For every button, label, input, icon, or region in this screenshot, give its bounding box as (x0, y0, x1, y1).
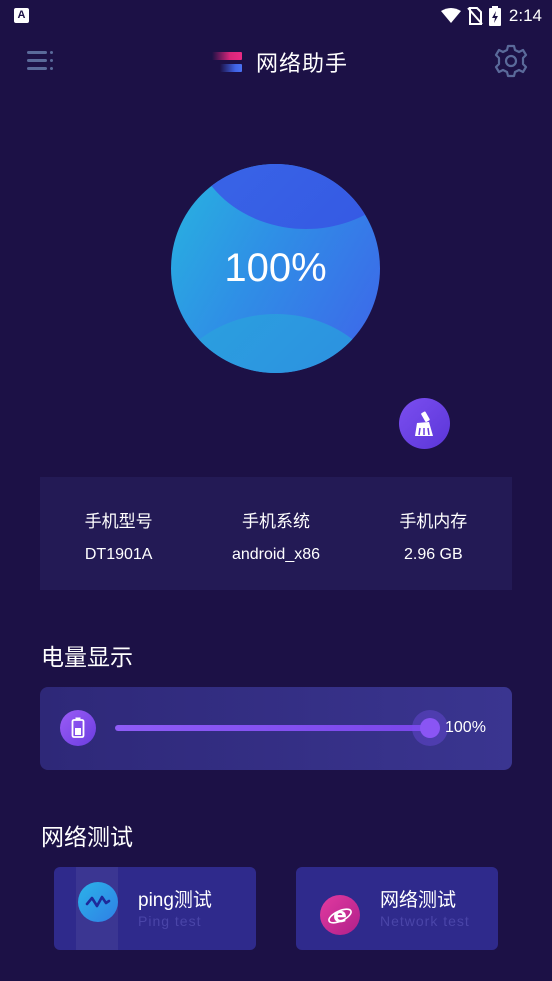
page-title: 网络助手 (256, 51, 349, 76)
battery-icon (60, 710, 96, 746)
ping-test-card[interactable]: ping测试 Ping test (54, 867, 256, 950)
percentage-meter: 100% (171, 164, 380, 373)
info-label: 手机系统 (241, 512, 310, 531)
menu-icon[interactable] (26, 48, 56, 74)
battery-charging-icon (488, 6, 501, 26)
network-test-subtitle: Network test (380, 913, 470, 929)
info-label: 手机型号 (84, 512, 153, 531)
status-bar: A 2:14 (0, 0, 552, 32)
battery-section-title: 电量显示 (41, 644, 133, 670)
info-value: android_x86 (231, 546, 321, 563)
app-header: 网络助手 (0, 38, 552, 84)
info-value: 2.96 GB (403, 546, 463, 563)
meter-percent: 100% (224, 246, 327, 290)
device-system: 手机系统 android_x86 (197, 477, 354, 590)
ping-test-title: ping测试 (138, 890, 212, 911)
app-logo-icon (208, 49, 242, 75)
pulse-wave-icon (78, 882, 118, 922)
battery-slider[interactable] (115, 725, 430, 731)
browser-e-icon: e (320, 895, 360, 935)
no-sim-icon (467, 7, 483, 25)
network-test-card[interactable]: e 网络测试 Network test (296, 867, 498, 950)
clean-button[interactable] (399, 398, 450, 449)
title-group: 网络助手 (208, 46, 348, 78)
notification-a-icon: A (14, 8, 29, 23)
battery-card: 100% (40, 687, 512, 770)
info-label: 手机内存 (399, 512, 468, 531)
device-memory: 手机内存 2.96 GB (355, 477, 512, 590)
ping-test-subtitle: Ping test (138, 913, 202, 929)
broom-icon (414, 411, 433, 436)
network-test-section-title: 网络测试 (41, 824, 133, 850)
gear-icon[interactable] (494, 44, 528, 78)
network-test-title: 网络测试 (380, 890, 457, 911)
device-model: 手机型号 DT1901A (40, 477, 197, 590)
battery-percent: 100% (445, 719, 486, 736)
info-value: DT1901A (84, 546, 153, 563)
wifi-icon (440, 8, 461, 23)
clock: 2:14 (508, 6, 542, 25)
battery-fill (115, 725, 430, 731)
status-icons: 2:14 (440, 5, 542, 27)
slider-thumb[interactable] (420, 718, 440, 738)
device-info-card: 手机型号 DT1901A 手机系统 android_x86 手机内存 2.96 … (40, 477, 512, 590)
